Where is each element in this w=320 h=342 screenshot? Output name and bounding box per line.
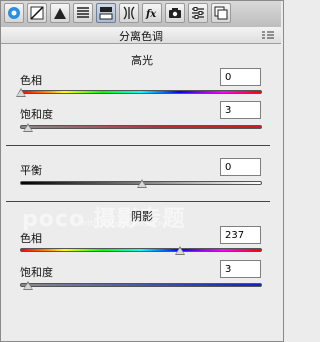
presets-icon[interactable] bbox=[211, 3, 231, 23]
sliders-icon[interactable] bbox=[188, 3, 208, 23]
highlights-saturation-label: 饱和度 bbox=[20, 108, 53, 121]
shadows-hue-thumb[interactable] bbox=[175, 246, 185, 255]
panel-header: 分离色调 bbox=[1, 27, 281, 44]
highlights-saturation-thumb[interactable] bbox=[23, 123, 33, 132]
tone-curve-icon[interactable] bbox=[27, 3, 47, 23]
panel-toolbar: fx bbox=[1, 1, 281, 28]
balance-thumb[interactable] bbox=[137, 179, 147, 188]
split-toning-icon[interactable] bbox=[119, 3, 139, 23]
aperture-icon[interactable] bbox=[4, 3, 24, 23]
highlights-hue-input[interactable] bbox=[220, 68, 261, 86]
balance-input[interactable] bbox=[220, 158, 261, 176]
lines-icon[interactable] bbox=[73, 3, 93, 23]
svg-text:fx: fx bbox=[145, 9, 157, 20]
hsl-icon[interactable] bbox=[96, 3, 116, 23]
shadows-hue-label: 色相 bbox=[20, 232, 42, 245]
panel-menu-icon[interactable] bbox=[261, 30, 275, 40]
highlights-hue-thumb[interactable] bbox=[16, 88, 26, 97]
highlights-hue-slider[interactable] bbox=[20, 90, 262, 94]
shadows-hue-slider[interactable] bbox=[20, 248, 262, 252]
fx-icon[interactable]: fx bbox=[142, 3, 162, 23]
shadows-saturation-thumb[interactable] bbox=[23, 281, 33, 290]
camera-icon[interactable] bbox=[165, 3, 185, 23]
highlights-title: 高光 bbox=[131, 54, 153, 67]
highlights-hue-label: 色相 bbox=[20, 74, 42, 87]
section-divider bbox=[6, 145, 270, 146]
shadows-hue-input[interactable] bbox=[220, 226, 261, 244]
shadows-saturation-label: 饱和度 bbox=[20, 266, 53, 279]
shadows-saturation-slider[interactable] bbox=[20, 283, 262, 287]
triangle-icon[interactable] bbox=[50, 3, 70, 23]
shadows-title: 阴影 bbox=[131, 210, 153, 223]
shadows-saturation-input[interactable] bbox=[220, 260, 261, 278]
highlights-saturation-slider[interactable] bbox=[20, 125, 262, 129]
balance-label: 平衡 bbox=[20, 164, 42, 177]
highlights-saturation-input[interactable] bbox=[220, 101, 261, 119]
panel-title: 分离色调 bbox=[119, 30, 163, 43]
